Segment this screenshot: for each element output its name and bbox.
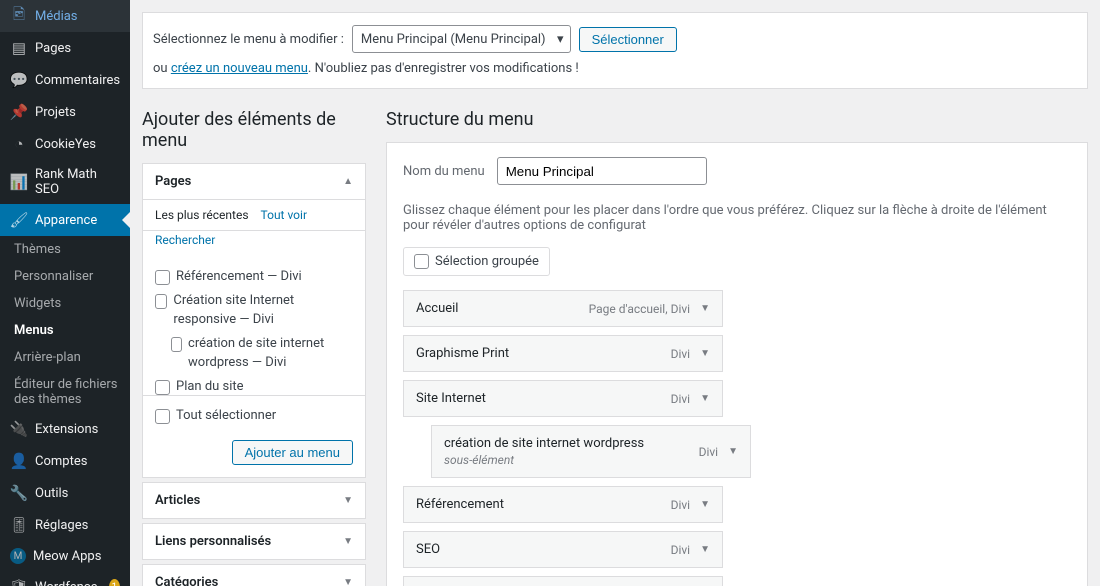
pin-icon: 📌 bbox=[10, 103, 28, 121]
sidebar-item-comments[interactable]: 💬Commentaires bbox=[0, 64, 130, 96]
user-icon: 👤 bbox=[10, 452, 28, 470]
pages-accordion: Pages▲ Les plus récentes Tout voir Reche… bbox=[142, 163, 366, 478]
chevron-down-icon: ▼ bbox=[700, 499, 710, 510]
sidebar-item-meow[interactable]: MMeow Apps bbox=[0, 541, 130, 571]
chevron-up-icon: ▲ bbox=[343, 176, 353, 187]
chart-icon: 📊 bbox=[10, 173, 28, 191]
select-button[interactable]: Sélectionner bbox=[579, 27, 677, 52]
page-checkbox[interactable]: Plan du site bbox=[155, 375, 353, 396]
menu-name-label: Nom du menu bbox=[403, 164, 485, 179]
sidebar-item-extensions[interactable]: 🔌Extensions bbox=[0, 413, 130, 445]
structure-column: Structure du menu Nom du menu Glissez ch… bbox=[386, 109, 1088, 586]
create-menu-link[interactable]: créez un nouveau menu bbox=[171, 61, 308, 76]
media-icon: 🖻 bbox=[10, 7, 28, 25]
cookie-icon: ◔ bbox=[10, 135, 28, 153]
tab-search[interactable]: Rechercher bbox=[155, 225, 215, 255]
sidebar-sub-personnaliser[interactable]: Personnaliser bbox=[0, 263, 130, 290]
articles-accordion-header[interactable]: Articles▼ bbox=[143, 483, 365, 518]
pages-icon: ▤ bbox=[10, 39, 28, 57]
or-text: ou créez un nouveau menu. N'oubliez pas … bbox=[153, 61, 579, 76]
menu-item[interactable]: AccueilPage d'accueil, Divi▼ bbox=[403, 290, 723, 327]
menu-item[interactable]: création de site internet wordpresssous-… bbox=[431, 425, 751, 478]
chevron-down-icon: ▼ bbox=[343, 495, 353, 506]
chevron-down-icon: ▼ bbox=[343, 536, 353, 547]
menu-name-row: Nom du menu bbox=[403, 157, 1071, 185]
page-checkbox[interactable]: création de site internet wordpress — Di… bbox=[155, 332, 353, 375]
structure-title: Structure du menu bbox=[386, 109, 1088, 130]
sidebar-item-projects[interactable]: 📌Projets bbox=[0, 96, 130, 128]
chevron-down-icon: ▼ bbox=[700, 393, 710, 404]
sidebar-item-rankmath[interactable]: 📊Rank Math SEO bbox=[0, 160, 130, 204]
sidebar-sub-background[interactable]: Arrière-plan bbox=[0, 344, 130, 371]
add-items-column: Ajouter des éléments de menu Pages▲ Les … bbox=[142, 109, 366, 586]
admin-sidebar: 🖻Médias ▤Pages 💬Commentaires 📌Projets ◔C… bbox=[0, 0, 130, 586]
chevron-down-icon: ▼ bbox=[343, 577, 353, 586]
sidebar-item-comptes[interactable]: 👤Comptes bbox=[0, 445, 130, 477]
sidebar-item-cookieyes[interactable]: ◔CookieYes bbox=[0, 128, 130, 160]
chevron-down-icon: ▼ bbox=[728, 446, 738, 457]
plugin-icon: 🔌 bbox=[10, 420, 28, 438]
menu-name-input[interactable] bbox=[497, 157, 707, 185]
page-checkbox[interactable]: Création site Internet responsive — Divi bbox=[155, 289, 353, 332]
wrench-icon: 🔧 bbox=[10, 484, 28, 502]
sidebar-item-pages[interactable]: ▤Pages bbox=[0, 32, 130, 64]
chevron-down-icon: ▼ bbox=[700, 348, 710, 359]
select-all-row: Tout sélectionner bbox=[143, 395, 365, 436]
page-checkbox[interactable]: Référencement — Divi bbox=[155, 265, 353, 289]
sidebar-sub-theme-editor[interactable]: Éditeur de fichiers des thèmes bbox=[0, 371, 130, 413]
menu-select[interactable]: Menu Principal (Menu Principal) bbox=[352, 25, 571, 53]
links-accordion-header[interactable]: Liens personnalisés▼ bbox=[143, 524, 365, 559]
articles-accordion: Articles▼ bbox=[142, 482, 366, 519]
group-select-checkbox[interactable]: Sélection groupée bbox=[403, 247, 550, 276]
sidebar-sub-themes[interactable]: Thèmes bbox=[0, 236, 130, 263]
pages-accordion-header[interactable]: Pages▲ bbox=[143, 164, 365, 200]
sidebar-item-wordfence[interactable]: 🛡Wordfence1 bbox=[0, 571, 130, 586]
sidebar-item-reglages[interactable]: 🎚Réglages bbox=[0, 509, 130, 541]
comments-icon: 💬 bbox=[10, 71, 28, 89]
categories-accordion: Catégories▼ bbox=[142, 564, 366, 586]
sidebar-sub-menus[interactable]: Menus bbox=[0, 317, 130, 344]
sidebar-item-appearance[interactable]: 🖌Apparence bbox=[0, 204, 130, 236]
menu-item[interactable]: RéférencementDivi▼ bbox=[403, 486, 723, 523]
structure-desc: Glissez chaque élément pour les placer d… bbox=[403, 203, 1071, 233]
chevron-down-icon: ▼ bbox=[700, 544, 710, 555]
chevron-down-icon: ▼ bbox=[700, 303, 710, 314]
m-icon: M bbox=[10, 548, 26, 564]
menu-item[interactable]: SEODivi▼ bbox=[403, 531, 723, 568]
categories-accordion-header[interactable]: Catégories▼ bbox=[143, 565, 365, 586]
select-all-checkbox[interactable]: Tout sélectionner bbox=[155, 404, 276, 428]
shield-icon: 🛡 bbox=[10, 578, 28, 586]
menu-items-list: AccueilPage d'accueil, Divi▼ Graphisme Pr… bbox=[403, 290, 1071, 586]
menu-selector-box: Sélectionnez le menu à modifier : Menu P… bbox=[142, 12, 1088, 89]
wordfence-badge: 1 bbox=[109, 579, 120, 586]
menu-item[interactable]: Site InternetDivi▼ bbox=[403, 380, 723, 417]
menu-item[interactable]: BlogPage des articles, Divi▼ bbox=[403, 576, 723, 586]
select-menu-label: Sélectionnez le menu à modifier : bbox=[153, 32, 344, 47]
tab-all[interactable]: Tout voir bbox=[261, 200, 308, 230]
sidebar-item-media[interactable]: 🖻Médias bbox=[0, 0, 130, 32]
links-accordion: Liens personnalisés▼ bbox=[142, 523, 366, 560]
sliders-icon: 🎚 bbox=[10, 516, 28, 534]
sidebar-item-outils[interactable]: 🔧Outils bbox=[0, 477, 130, 509]
menu-item[interactable]: Graphisme PrintDivi▼ bbox=[403, 335, 723, 372]
sidebar-sub-widgets[interactable]: Widgets bbox=[0, 290, 130, 317]
add-to-menu-button[interactable]: Ajouter au menu bbox=[232, 440, 353, 465]
pages-list[interactable]: Référencement — DiviCréation site Intern… bbox=[143, 255, 365, 395]
brush-icon: 🖌 bbox=[10, 211, 28, 229]
add-items-title: Ajouter des éléments de menu bbox=[142, 109, 366, 151]
content-area: Sélectionnez le menu à modifier : Menu P… bbox=[130, 0, 1100, 586]
